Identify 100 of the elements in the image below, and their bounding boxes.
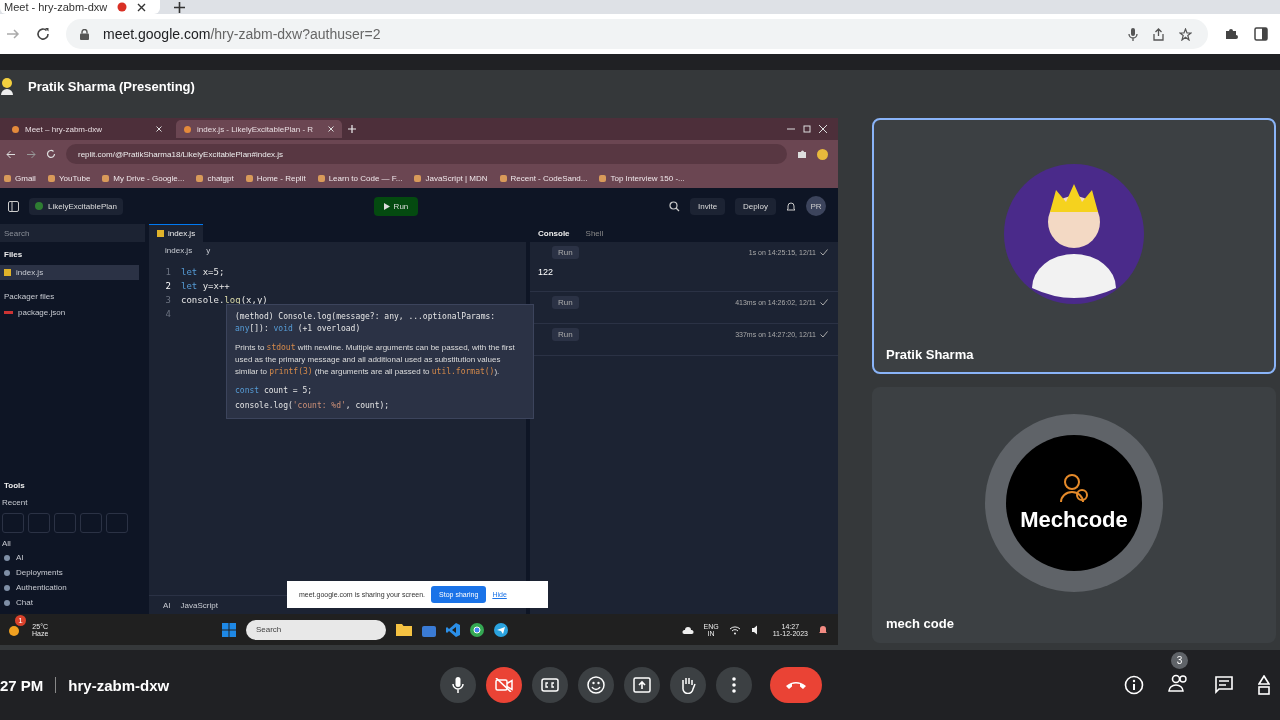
- line-number: 3: [164, 295, 171, 305]
- code-editor-icon[interactable]: [445, 622, 460, 637]
- console-tab[interactable]: Shell: [585, 228, 604, 238]
- puzzle-icon[interactable]: [1224, 27, 1238, 41]
- browser-tab[interactable]: index.js - LikelyExcitablePlan - R: [176, 120, 342, 138]
- captions-button[interactable]: [532, 667, 568, 703]
- back-icon[interactable]: [6, 149, 16, 159]
- deploy-button[interactable]: Deploy: [735, 197, 776, 215]
- file-item[interactable]: package.json: [0, 305, 139, 320]
- example-code: const count = 5;: [235, 385, 314, 397]
- code-line: let x=5;: [181, 267, 225, 277]
- avatar-icon[interactable]: [817, 148, 828, 160]
- cloud-icon[interactable]: [681, 625, 694, 634]
- user-avatar[interactable]: PR: [806, 196, 826, 216]
- share-icon[interactable]: [1152, 27, 1165, 41]
- browser-tab[interactable]: Meet - hry-zabm-dxw: [0, 0, 161, 14]
- repl-name[interactable]: LikelyExcitablePlan: [29, 197, 123, 215]
- run-label[interactable]: Run: [552, 246, 579, 259]
- activities-icon[interactable]: [1258, 675, 1270, 695]
- bookmark[interactable]: Gmail: [4, 173, 36, 183]
- run-label[interactable]: Run: [552, 296, 579, 309]
- bookmark[interactable]: YouTube: [47, 173, 91, 183]
- info-icon[interactable]: [1124, 675, 1144, 695]
- run-button[interactable]: Run: [373, 196, 419, 216]
- side-panel-icon[interactable]: [1254, 27, 1268, 41]
- tool-item[interactable]: AI: [0, 550, 145, 565]
- sidebar-toggle-icon[interactable]: [8, 200, 19, 212]
- extension-icon[interactable]: [797, 149, 807, 159]
- bookmark[interactable]: Top Interview 150 -...: [599, 173, 685, 183]
- files-heading[interactable]: Files: [4, 250, 23, 259]
- bookmark[interactable]: My Drive - Google...: [102, 173, 185, 183]
- raise-hand-button[interactable]: [670, 667, 706, 703]
- star-icon[interactable]: [1179, 27, 1192, 41]
- bookmark[interactable]: Home - Replit: [245, 173, 306, 183]
- forward-icon[interactable]: [26, 149, 36, 159]
- hand-icon: [680, 676, 696, 694]
- status-item[interactable]: AI: [163, 600, 171, 610]
- new-tab-icon[interactable]: [174, 1, 186, 13]
- search-icon[interactable]: [668, 200, 680, 212]
- participant-tile[interactable]: Pratik Sharma: [872, 118, 1276, 374]
- tool-item[interactable]: Deployments: [0, 565, 145, 580]
- captions-icon: [541, 678, 559, 692]
- end-call-button[interactable]: [770, 667, 822, 703]
- search-field[interactable]: Search: [0, 224, 145, 242]
- console-tab[interactable]: Console: [538, 228, 570, 238]
- tools-heading[interactable]: Tools: [4, 481, 25, 490]
- bookmark[interactable]: chatgpt: [196, 173, 234, 183]
- editor-tab[interactable]: index.js: [149, 224, 204, 242]
- channel-logo: Mechcode: [1006, 434, 1142, 571]
- console-output: 122: [538, 266, 555, 277]
- restore-icon[interactable]: [802, 124, 812, 134]
- status-item[interactable]: JavaScript: [180, 600, 218, 610]
- camera-off-icon: [495, 678, 513, 692]
- address-bar[interactable]: replit.com/@PratikSharma18/LikelyExcitablePlan#index.js: [66, 144, 787, 164]
- phone-icon: [785, 680, 807, 690]
- person-icon: [1060, 472, 1088, 503]
- breadcrumb[interactable]: y: [206, 246, 211, 255]
- section-label: Packager files: [3, 291, 56, 303]
- microphone-icon[interactable]: [1128, 27, 1138, 41]
- tool-item[interactable]: Authentication: [0, 580, 145, 595]
- more-options-button[interactable]: [716, 667, 752, 703]
- address-bar[interactable]: meet.google.com/hry-zabm-dxw?authuser=2: [66, 19, 1208, 49]
- file-item[interactable]: index.js: [0, 265, 139, 280]
- camera-button[interactable]: [486, 667, 522, 703]
- start-icon[interactable]: [221, 622, 236, 637]
- bell-icon[interactable]: [818, 624, 828, 635]
- paper-plane-icon[interactable]: [493, 622, 508, 637]
- participant-name: mech code: [885, 616, 955, 633]
- search-field[interactable]: Search: [245, 619, 386, 640]
- section-label: Recent: [1, 497, 29, 509]
- line-number: 2: [164, 281, 171, 291]
- bookmark[interactable]: Learn to Code — F...: [317, 173, 403, 183]
- emoji-button[interactable]: [578, 667, 614, 703]
- browser-tab[interactable]: Meet – hry-zabm-dxw: [4, 120, 170, 138]
- folder-icon[interactable]: [395, 623, 412, 636]
- bookmark[interactable]: Recent - CodeSand...: [499, 173, 588, 183]
- meeting-time: 27 PM: [0, 676, 44, 694]
- chat-icon[interactable]: [1214, 675, 1234, 695]
- browser-icon[interactable]: [469, 622, 484, 637]
- tool-item[interactable]: Chat: [0, 595, 145, 610]
- present-button[interactable]: [624, 667, 660, 703]
- meeting-code: hry-zabm-dxw: [68, 676, 170, 694]
- present-icon: [633, 677, 651, 693]
- smiley-icon: [587, 676, 605, 694]
- breadcrumb[interactable]: index.js: [165, 246, 193, 255]
- microphone-button[interactable]: [440, 667, 476, 703]
- reload-icon[interactable]: [36, 27, 50, 41]
- participant-tile[interactable]: Mechcode mech code: [872, 387, 1276, 643]
- tab-favicon: [12, 125, 19, 133]
- bookmark[interactable]: JavaScript | MDN: [414, 173, 488, 183]
- play-icon: [383, 202, 390, 210]
- user-icon: [0, 77, 14, 95]
- wifi-icon[interactable]: [728, 624, 741, 635]
- invite-button[interactable]: Invite: [689, 197, 726, 215]
- bell-icon[interactable]: [786, 200, 796, 212]
- avatar-icon: [1004, 163, 1144, 304]
- close-icon[interactable]: [137, 2, 147, 12]
- tab-favicon: [184, 125, 191, 133]
- run-label[interactable]: Run: [552, 328, 579, 341]
- people-icon[interactable]: [1168, 674, 1190, 692]
